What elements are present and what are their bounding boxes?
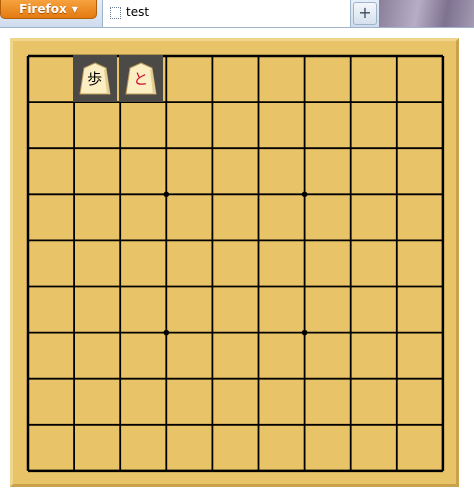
piece-glyph: 歩 — [87, 69, 103, 88]
firefox-menu-button[interactable]: Firefox ▼ — [0, 0, 97, 19]
new-tab-button[interactable]: + — [353, 2, 377, 25]
piece-glyph: と — [133, 69, 149, 88]
star-point — [163, 191, 170, 198]
pawn-piece[interactable]: 歩 — [72, 54, 117, 102]
star-point — [301, 329, 308, 336]
tab-test[interactable]: test — [102, 0, 351, 27]
page-icon — [110, 7, 121, 19]
board-grid — [26, 54, 445, 473]
star-point — [163, 329, 170, 336]
chevron-down-icon: ▼ — [71, 5, 78, 14]
shogi-board: 歩と — [10, 38, 459, 487]
desktop-background — [379, 0, 474, 27]
promoted-pawn-piece[interactable]: と — [118, 54, 163, 102]
star-point — [301, 191, 308, 198]
browser-toolbar: Firefox ▼ test + — [0, 0, 474, 28]
firefox-menu-label: Firefox — [19, 2, 67, 16]
tab-title: test — [126, 5, 150, 19]
